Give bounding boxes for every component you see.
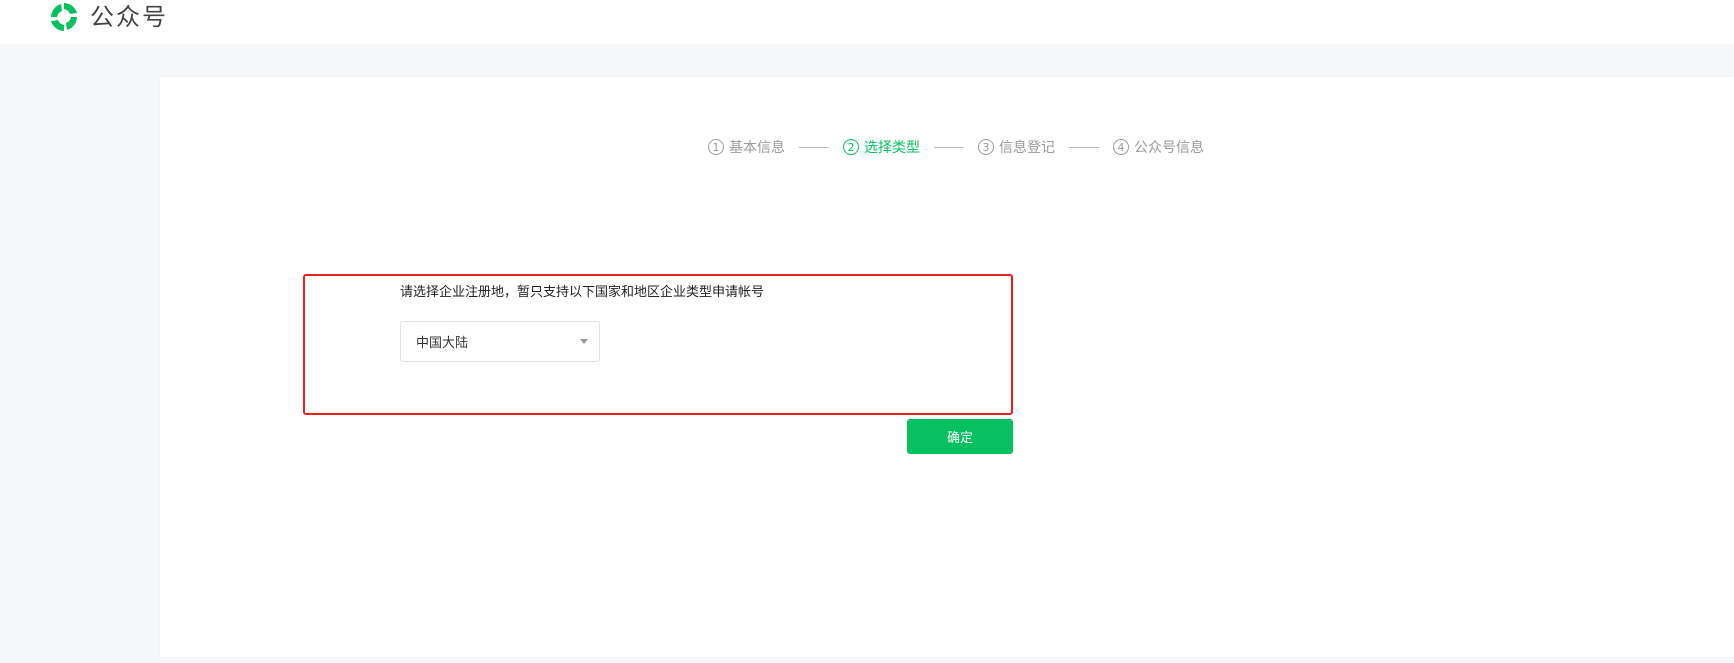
wechat-official-accounts-logo-icon [47, 0, 81, 34]
step-divider [934, 146, 964, 148]
step-indicator: 1 基本信息 2 选择类型 3 信息登记 4 公众号信息 [708, 137, 1204, 157]
confirm-button[interactable]: 确定 [907, 419, 1013, 454]
step-select-type: 2 选择类型 [843, 137, 920, 157]
step-number: 4 [1113, 139, 1129, 155]
region-select-value: 中国大陆 [416, 336, 469, 351]
brand-logo[interactable]: 公众号 [47, 0, 168, 33]
chevron-down-icon [580, 339, 588, 344]
step-number: 3 [978, 139, 994, 155]
step-number: 1 [708, 139, 724, 155]
step-number: 2 [843, 139, 859, 155]
app-title: 公众号 [90, 2, 168, 31]
step-label: 基本信息 [729, 140, 785, 156]
top-bar: 公众号 [0, 0, 1734, 44]
step-label: 公众号信息 [1134, 140, 1204, 156]
step-label: 信息登记 [999, 140, 1055, 156]
step-divider [1069, 146, 1099, 148]
step-account-info: 4 公众号信息 [1113, 137, 1204, 157]
region-select[interactable]: 中国大陆 [400, 321, 600, 362]
region-prompt: 请选择企业注册地，暂只支持以下国家和地区企业类型申请帐号 [400, 285, 765, 300]
step-label: 选择类型 [864, 140, 920, 156]
step-info-registration: 3 信息登记 [978, 137, 1055, 157]
step-divider [799, 146, 829, 148]
step-basic-info: 1 基本信息 [708, 137, 785, 157]
